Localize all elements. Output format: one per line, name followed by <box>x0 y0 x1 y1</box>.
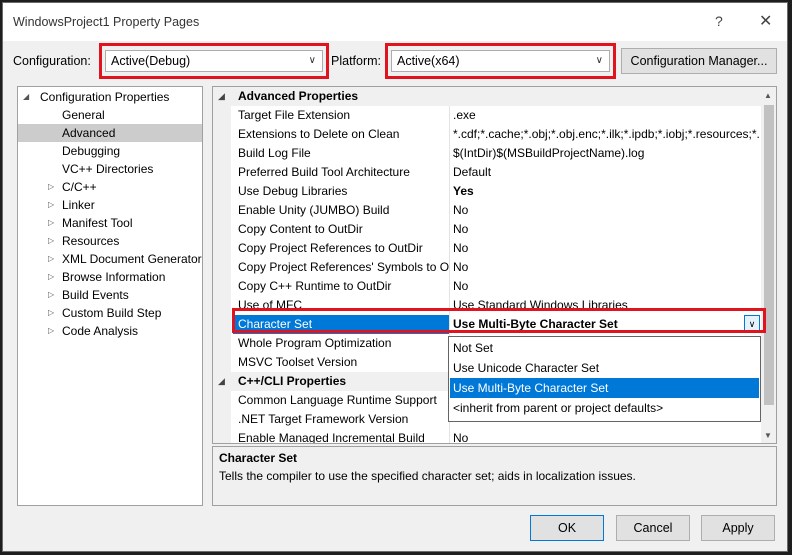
dropdown-option-not-set[interactable]: Not Set <box>450 338 759 358</box>
platform-label: Platform: <box>331 54 382 68</box>
tree-expand-icon[interactable]: ▷ <box>48 322 54 340</box>
property-row[interactable]: Preferred Build Tool Architecture Default <box>213 163 761 182</box>
configuration-label: Configuration: <box>13 54 91 68</box>
ok-button[interactable]: OK <box>530 515 604 541</box>
dropdown-option-unicode[interactable]: Use Unicode Character Set <box>450 358 759 378</box>
tree-item-manifest-tool[interactable]: ▷ Manifest Tool <box>18 214 202 232</box>
tree-item-resources[interactable]: ▷ Resources <box>18 232 202 250</box>
title-bar: WindowsProject1 Property Pages ? ✕ <box>3 3 787 41</box>
scroll-down-icon[interactable]: ▼ <box>764 431 772 440</box>
property-row[interactable]: Copy Project References' Symbols to Ou No <box>213 258 761 277</box>
property-row[interactable]: Use Debug Libraries Yes <box>213 182 761 201</box>
property-row-character-set[interactable]: Character Set Use Multi-Byte Character S… <box>213 315 761 334</box>
tree-root-configuration-properties[interactable]: ◢ Configuration Properties <box>18 88 202 106</box>
cancel-button[interactable]: Cancel <box>616 515 690 541</box>
chevron-down-icon: ∨ <box>595 55 603 66</box>
character-set-dropdown: Not Set Use Unicode Character Set Use Mu… <box>448 336 761 422</box>
tree-item-c-cpp[interactable]: ▷ C/C++ <box>18 178 202 196</box>
category-collapse-icon[interactable]: ◢ <box>218 87 225 106</box>
description-panel: Character Set Tells the compiler to use … <box>212 446 777 506</box>
scrollbar-thumb[interactable] <box>764 105 774 405</box>
platform-combo[interactable]: Active(x64) ∨ <box>391 50 610 72</box>
tree-expand-icon[interactable]: ▷ <box>48 250 54 268</box>
description-title: Character Set <box>219 451 298 465</box>
property-row[interactable]: Target File Extension .exe <box>213 106 761 125</box>
dropdown-option-multibyte[interactable]: Use Multi-Byte Character Set <box>450 378 759 398</box>
tree-item-debugging[interactable]: Debugging <box>18 142 202 160</box>
tree-item-browse-information[interactable]: ▷ Browse Information <box>18 268 202 286</box>
property-row[interactable]: Copy Content to OutDir No <box>213 220 761 239</box>
apply-button[interactable]: Apply <box>701 515 775 541</box>
category-advanced-properties[interactable]: ◢ Advanced Properties <box>213 87 761 106</box>
tree-item-xml-document-generator[interactable]: ▷ XML Document Generator <box>18 250 202 268</box>
tree-item-advanced[interactable]: Advanced <box>18 124 202 142</box>
tree-item-custom-build-step[interactable]: ▷ Custom Build Step <box>18 304 202 322</box>
dropdown-option-inherit[interactable]: <inherit from parent or project defaults… <box>450 398 759 418</box>
chevron-down-icon: ∨ <box>308 55 316 66</box>
property-row[interactable]: Copy Project References to OutDir No <box>213 239 761 258</box>
tree-item-build-events[interactable]: ▷ Build Events <box>18 286 202 304</box>
configuration-value: Active(Debug) <box>111 54 191 68</box>
tree-expand-icon[interactable]: ▷ <box>48 286 54 304</box>
tree-item-vc-directories[interactable]: VC++ Directories <box>18 160 202 178</box>
chevron-down-icon[interactable]: ∨ <box>744 315 760 333</box>
help-icon[interactable]: ? <box>715 13 723 29</box>
tree-item-general[interactable]: General <box>18 106 202 124</box>
property-row[interactable]: Build Log File $(IntDir)$(MSBuildProjectN… <box>213 144 761 163</box>
window-title: WindowsProject1 Property Pages <box>13 15 200 29</box>
tree-expand-icon[interactable]: ▷ <box>48 214 54 232</box>
tree-expand-icon[interactable]: ▷ <box>48 268 54 286</box>
property-row[interactable]: Copy C++ Runtime to OutDir No <box>213 277 761 296</box>
tree-expand-icon[interactable]: ▷ <box>48 304 54 322</box>
property-tree: ◢ Configuration Properties General Advan… <box>17 86 203 506</box>
tree-expand-icon[interactable]: ▷ <box>48 178 54 196</box>
category-collapse-icon[interactable]: ◢ <box>218 372 225 391</box>
tree-item-code-analysis[interactable]: ▷ Code Analysis <box>18 322 202 340</box>
description-text: Tells the compiler to use the specified … <box>219 469 636 483</box>
scroll-up-icon[interactable]: ▲ <box>764 91 772 100</box>
platform-value: Active(x64) <box>397 54 460 68</box>
tree-expand-icon[interactable]: ▷ <box>48 196 54 214</box>
tree-expand-icon[interactable]: ▷ <box>48 232 54 250</box>
property-row[interactable]: Enable Managed Incremental Build No <box>213 429 761 443</box>
tree-collapse-icon[interactable]: ◢ <box>23 88 29 106</box>
property-row[interactable]: Extensions to Delete on Clean *.cdf;*.cac… <box>213 125 761 144</box>
property-pages-window: WindowsProject1 Property Pages ? ✕ Confi… <box>2 2 788 552</box>
property-row[interactable]: Enable Unity (JUMBO) Build No <box>213 201 761 220</box>
close-icon[interactable]: ✕ <box>759 11 772 31</box>
property-row[interactable]: Use of MFC Use Standard Windows Libraries <box>213 296 761 315</box>
configuration-combo[interactable]: Active(Debug) ∨ <box>105 50 323 72</box>
tree-item-linker[interactable]: ▷ Linker <box>18 196 202 214</box>
configuration-manager-button[interactable]: Configuration Manager... <box>621 48 777 74</box>
grid-scrollbar[interactable]: ▲ ▼ <box>761 87 776 443</box>
